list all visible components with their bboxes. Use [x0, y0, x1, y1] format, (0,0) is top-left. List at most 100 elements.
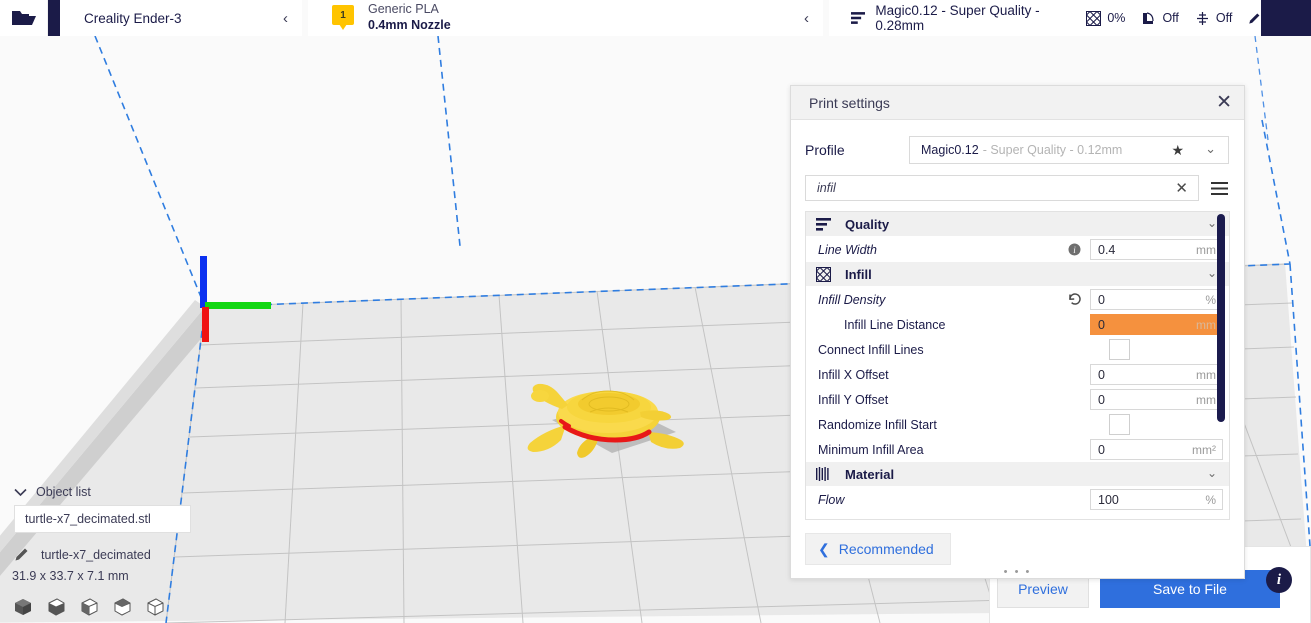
profile-name: Magic0.12: [921, 143, 979, 157]
infill-stat: 0%: [1086, 11, 1125, 26]
adhesion-stat: Off: [1195, 11, 1232, 26]
settings-list: Quality ⌄ Line Widthi0.4mm Infill ⌄ Infill De…: [806, 212, 1229, 512]
support-stat: Off: [1141, 11, 1178, 26]
setting-row[interactable]: Infill X Offset0mm: [806, 362, 1229, 387]
solid-cube-icon[interactable]: [13, 597, 33, 617]
info-icon[interactable]: i: [1061, 237, 1087, 262]
settings-category-label: Infill: [845, 267, 872, 282]
print-settings-dialog: Print settings ✕ Profile Magic0.12 - Sup…: [790, 85, 1245, 579]
chevron-down-icon: [14, 488, 27, 497]
setting-value-field[interactable]: 0 mm: [1090, 364, 1223, 385]
setting-value-field[interactable]: 100%: [1090, 489, 1223, 510]
chevron-down-icon[interactable]: ⌄: [1207, 216, 1217, 230]
settings-category-quality[interactable]: Quality ⌄: [806, 212, 1229, 237]
extruder-number: 1: [332, 5, 354, 25]
toolbar-accent-bar: [48, 0, 60, 36]
profile-row: Profile Magic0.12 - Super Quality - 0.12…: [791, 120, 1244, 164]
setting-row[interactable]: Line Widthi0.4mm: [806, 237, 1229, 262]
adhesion-value: Off: [1216, 11, 1232, 25]
extruder-badge-tip: [339, 24, 347, 30]
selected-model-name: turtle-x7_decimated: [41, 548, 151, 562]
material-selector[interactable]: 1 Generic PLA 0.4mm Nozzle ‹: [308, 0, 823, 36]
setting-row[interactable]: Infill Density0%: [806, 287, 1229, 312]
setting-unit: mm: [1196, 393, 1216, 407]
setting-row[interactable]: Infill Line Distance0mm: [806, 312, 1229, 337]
revert-icon[interactable]: [1061, 287, 1087, 312]
model-dimensions: 31.9 x 33.7 x 7.1 mm: [0, 562, 200, 583]
setting-row[interactable]: Randomize Infill Start: [806, 412, 1229, 437]
setting-value-field[interactable]: 0mm: [1090, 314, 1223, 335]
material-chevron-icon[interactable]: ‹: [804, 0, 809, 36]
settings-category-material[interactable]: Material ⌄: [806, 462, 1229, 487]
setting-value: 0: [1098, 293, 1105, 307]
settings-scrollbar[interactable]: [1217, 214, 1225, 422]
setting-value-field[interactable]: 0.4mm: [1090, 239, 1223, 260]
setting-value-field[interactable]: 0mm²: [1090, 439, 1223, 460]
support-value: Off: [1162, 11, 1178, 25]
setting-label: Randomize Infill Start: [818, 418, 1229, 432]
setting-value: 0: [1098, 393, 1105, 407]
layer-cube-icon[interactable]: [145, 597, 165, 617]
setting-row[interactable]: Connect Infill Lines: [806, 337, 1229, 362]
setting-checkbox[interactable]: [1109, 339, 1130, 360]
material-labels: Generic PLA 0.4mm Nozzle: [368, 2, 451, 33]
settings-category-label: Material: [845, 467, 894, 482]
object-list-item[interactable]: turtle-x7_decimated.stl: [14, 505, 191, 533]
setting-row[interactable]: Infill Y Offset0mm: [806, 387, 1229, 412]
print-setup-selector[interactable]: Magic0.12 - Super Quality - 0.28mm 0% Of…: [829, 0, 1261, 36]
setting-unit: %: [1205, 493, 1216, 507]
infill-icon: [816, 267, 842, 282]
printer-chevron-icon[interactable]: ‹: [283, 0, 288, 36]
pencil-icon[interactable]: [1248, 11, 1261, 26]
infill-icon: [1086, 11, 1101, 26]
clear-search-icon[interactable]: ✕: [1175, 179, 1188, 197]
close-icon[interactable]: ✕: [1216, 86, 1232, 119]
dialog-resize-grip[interactable]: • • •: [1004, 569, 1032, 575]
open-cube-icon[interactable]: [112, 597, 132, 617]
settings-scroll-area[interactable]: Quality ⌄ Line Widthi0.4mm Infill ⌄ Infill De…: [805, 211, 1230, 520]
chevron-down-icon[interactable]: ⌄: [1207, 266, 1217, 280]
setting-value-field[interactable]: 0%: [1090, 289, 1223, 310]
recommended-button-label: Recommended: [839, 541, 934, 557]
selected-model-row: turtle-x7_decimated: [0, 533, 200, 562]
chevron-down-icon[interactable]: ⌄: [1207, 466, 1217, 480]
printer-selector[interactable]: Creality Ender-3 ‹: [60, 0, 302, 36]
chevron-down-icon[interactable]: ⌄: [1205, 141, 1216, 157]
dialog-titlebar[interactable]: Print settings ✕: [791, 86, 1244, 120]
quality-icon: [816, 218, 842, 231]
setting-value: 100: [1098, 493, 1119, 507]
setting-row[interactable]: Flow100%: [806, 487, 1229, 512]
toolbar-right-cap: [1261, 0, 1311, 36]
recommended-mode-button[interactable]: ❮ Recommended: [805, 533, 951, 565]
star-icon[interactable]: ★: [1171, 142, 1184, 159]
xray-cube-icon[interactable]: [46, 597, 66, 617]
settings-category-label: Quality: [845, 217, 889, 232]
top-toolbar: Creality Ender-3 ‹ 1 Generic PLA 0.4mm N…: [0, 0, 1311, 36]
setting-value: 0: [1098, 368, 1105, 382]
view-mode-icons: [0, 583, 200, 617]
setting-unit: %: [1205, 293, 1216, 307]
material-icon: [816, 467, 842, 481]
setting-unit: mm: [1196, 368, 1216, 382]
print-profile-summary: Magic0.12 - Super Quality - 0.28mm: [875, 3, 1058, 33]
setting-label: Connect Infill Lines: [818, 343, 1229, 357]
save-button-label: Save to File: [1153, 581, 1227, 597]
object-list-item-label: turtle-x7_decimated.stl: [25, 512, 151, 526]
setting-unit: mm²: [1192, 443, 1216, 457]
settings-category-infill[interactable]: Infill ⌄: [806, 262, 1229, 287]
open-file-button[interactable]: [0, 0, 48, 36]
material-name: Generic PLA: [368, 2, 451, 18]
preview-button-label: Preview: [1018, 581, 1068, 597]
settings-menu-button[interactable]: [1208, 182, 1230, 195]
pencil-icon[interactable]: [14, 547, 29, 562]
adhesion-icon: [1195, 11, 1210, 26]
info-icon[interactable]: i: [1266, 567, 1292, 593]
profile-meta: - Super Quality - 0.12mm: [983, 143, 1123, 157]
object-list-header[interactable]: Object list: [0, 485, 200, 505]
setting-row[interactable]: Minimum Infill Area0mm²: [806, 437, 1229, 462]
profile-dropdown[interactable]: Magic0.12 - Super Quality - 0.12mm ★ ⌄: [909, 136, 1229, 164]
search-input[interactable]: infil ✕: [805, 175, 1199, 201]
setting-value-field[interactable]: 0 mm: [1090, 389, 1223, 410]
setting-checkbox[interactable]: [1109, 414, 1130, 435]
wire-cube-icon[interactable]: [79, 597, 99, 617]
